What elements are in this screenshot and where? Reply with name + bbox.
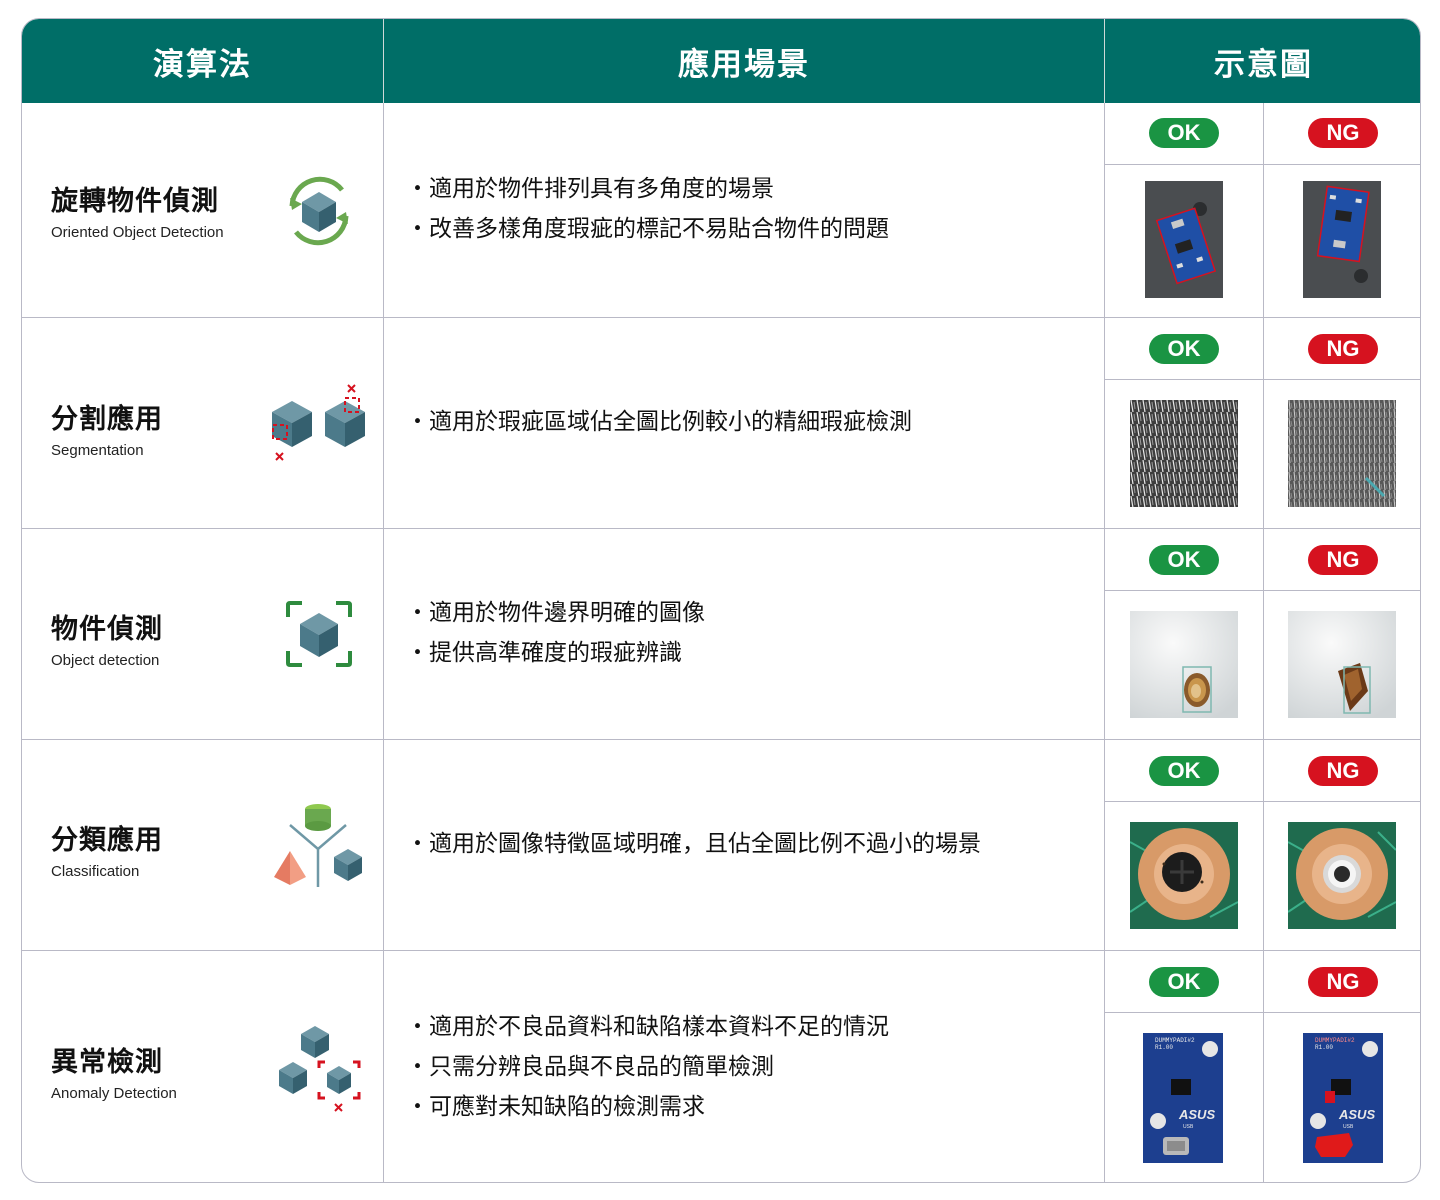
ng-badge: NG <box>1308 756 1378 786</box>
header-scenario: 應用場景 <box>678 46 810 83</box>
board-usb-text: USB <box>1343 1124 1354 1130</box>
ng-badge: NG <box>1308 967 1378 997</box>
ng-badge: NG <box>1308 118 1378 148</box>
ng-sample-image <box>1303 181 1381 298</box>
ok-badge: OK <box>1149 334 1219 364</box>
ng-sample-image <box>1288 611 1396 718</box>
table-header: 演算法 應用場景 示意圖 <box>22 19 1420 103</box>
ok-sample-image <box>1130 611 1238 718</box>
algorithm-name-zh: 分割應用 <box>51 404 163 435</box>
scenario-list: ・適用於圖像特徵區域明確，且佔全圖比例不過小的場景 <box>406 824 981 864</box>
algorithm-name-en: Classification <box>51 863 140 880</box>
scenario-item: ・只需分辨良品與不良品的簡單檢測 <box>406 1054 774 1080</box>
ok-badge: OK <box>1149 118 1219 148</box>
ok-badge: OK <box>1149 756 1219 786</box>
ok-badge: OK <box>1149 545 1219 575</box>
ng-badge: NG <box>1308 334 1378 364</box>
scenario-item: ・提供高準確度的瑕疵辨識 <box>406 640 682 666</box>
scenario-item: ・可應對未知缺陷的檢測需求 <box>406 1094 705 1120</box>
ok-sample-image <box>1145 181 1223 298</box>
algorithm-name-zh: 旋轉物件偵測 <box>51 186 219 217</box>
scenario-item: ・適用於瑕疵區域佔全圖比例較小的精細瑕疵檢測 <box>406 409 912 435</box>
badge-divider <box>1104 801 1420 802</box>
scenario-item: ・適用於物件排列具有多角度的場景 <box>406 176 774 202</box>
ok-sample-image: DUMMYPADI#2 R1.00 ASUS USB <box>1143 1033 1223 1163</box>
board-usb-text: USB <box>1183 1124 1194 1130</box>
board-model-text: DUMMYPADI#2 <box>1315 1037 1355 1044</box>
classify-shapes-icon <box>274 804 362 887</box>
ng-sample-image <box>1288 400 1396 507</box>
scenario-list: ・適用於物件邊界明確的圖像 ・提供高準確度的瑕疵辨識 <box>406 593 705 673</box>
segment-cubes-icon <box>272 384 365 461</box>
scenario-item: ・適用於物件邊界明確的圖像 <box>406 600 705 626</box>
board-brand-text: ASUS <box>1338 1107 1375 1122</box>
board-brand-text: ASUS <box>1178 1107 1215 1122</box>
scenario-item: ・適用於不良品資料和缺陷樣本資料不足的情況 <box>406 1014 889 1040</box>
board-model-text: DUMMYPADI#2 <box>1155 1037 1195 1044</box>
algorithm-name: 物件偵測 Object detection <box>51 607 163 669</box>
algorithm-name-en: Segmentation <box>51 442 144 459</box>
ng-sample-image: DUMMYPADI#2 R1.00 ASUS USB <box>1303 1033 1383 1163</box>
anomaly-cubes-icon <box>279 1026 361 1112</box>
badge-divider <box>1104 590 1420 591</box>
column-divider <box>383 103 384 1182</box>
scenario-list: ・適用於瑕疵區域佔全圖比例較小的精細瑕疵檢測 <box>406 402 912 442</box>
ok-badge: OK <box>1149 967 1219 997</box>
row-divider <box>22 317 1420 318</box>
scenario-list: ・適用於物件排列具有多角度的場景 ・改善多樣角度瑕疵的標記不易貼合物件的問題 <box>406 169 889 249</box>
ok-sample-image <box>1130 822 1238 929</box>
scenario-list: ・適用於不良品資料和缺陷樣本資料不足的情況 ・只需分辨良品與不良品的簡單檢測 ・… <box>406 1007 889 1127</box>
algorithm-name-zh: 物件偵測 <box>51 614 163 645</box>
algorithm-name-zh: 分類應用 <box>51 825 163 856</box>
badge-divider <box>1104 1012 1420 1013</box>
rotate-cube-icon <box>289 176 349 246</box>
header-algorithm: 演算法 <box>153 46 252 83</box>
row-divider <box>22 528 1420 529</box>
algorithm-name: 旋轉物件偵測 Oriented Object Detection <box>51 179 224 241</box>
badge-divider <box>1104 164 1420 165</box>
column-divider <box>1104 103 1105 1182</box>
badge-divider <box>1104 379 1420 380</box>
algorithm-table: 演算法 應用場景 示意圖 旋轉物件偵測 Oriented Object Dete… <box>21 18 1421 1183</box>
board-version-text: R1.00 <box>1315 1044 1333 1051</box>
algorithm-name-en: Oriented Object Detection <box>51 224 224 241</box>
column-divider <box>1263 103 1264 1182</box>
ng-badge: NG <box>1308 545 1378 575</box>
scenario-item: ・適用於圖像特徵區域明確，且佔全圖比例不過小的場景 <box>406 831 981 857</box>
board-version-text: R1.00 <box>1155 1044 1173 1051</box>
algorithm-name-en: Object detection <box>51 652 160 669</box>
algorithm-name: 分類應用 Classification <box>51 818 163 880</box>
focus-cube-icon <box>286 601 352 667</box>
scenario-item: ・改善多樣角度瑕疵的標記不易貼合物件的問題 <box>406 216 889 242</box>
algorithm-name: 異常檢測 Anomaly Detection <box>51 1040 177 1102</box>
algorithm-name: 分割應用 Segmentation <box>51 397 163 459</box>
algorithm-name-en: Anomaly Detection <box>51 1085 177 1102</box>
ok-sample-image <box>1130 400 1238 507</box>
row-divider <box>22 950 1420 951</box>
row-divider <box>22 739 1420 740</box>
algorithm-name-zh: 異常檢測 <box>51 1047 163 1078</box>
header-illustration: 示意圖 <box>1214 46 1313 83</box>
ng-sample-image <box>1288 822 1396 929</box>
